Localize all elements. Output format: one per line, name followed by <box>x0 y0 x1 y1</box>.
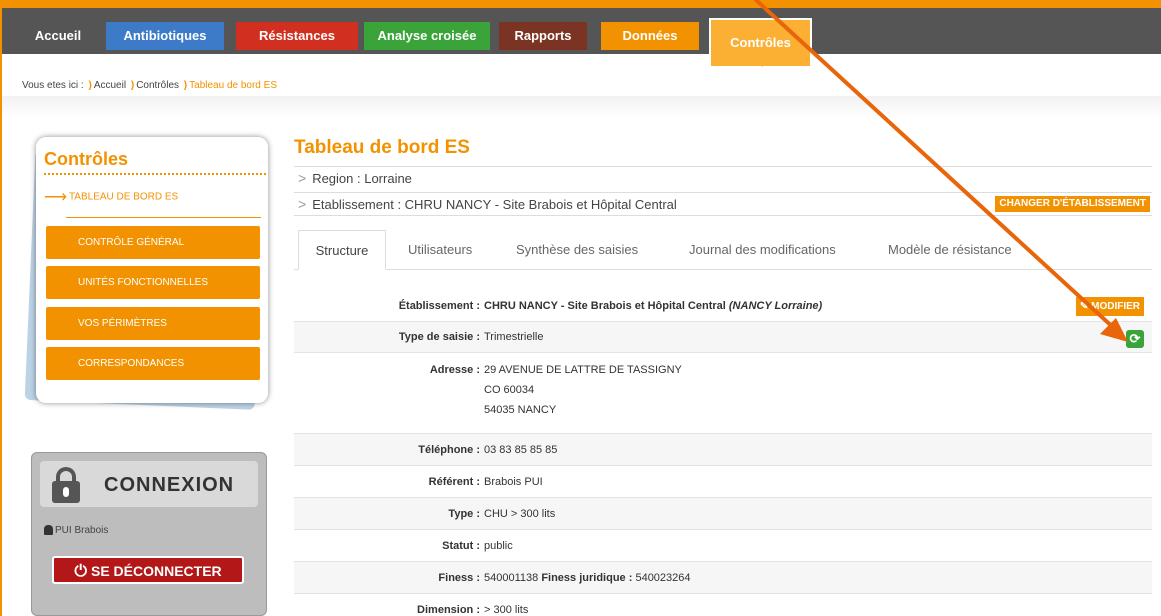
page: Accueil Antibiotiques Résistances Analys… <box>0 0 1161 616</box>
annotation-arrow <box>754 0 1128 342</box>
